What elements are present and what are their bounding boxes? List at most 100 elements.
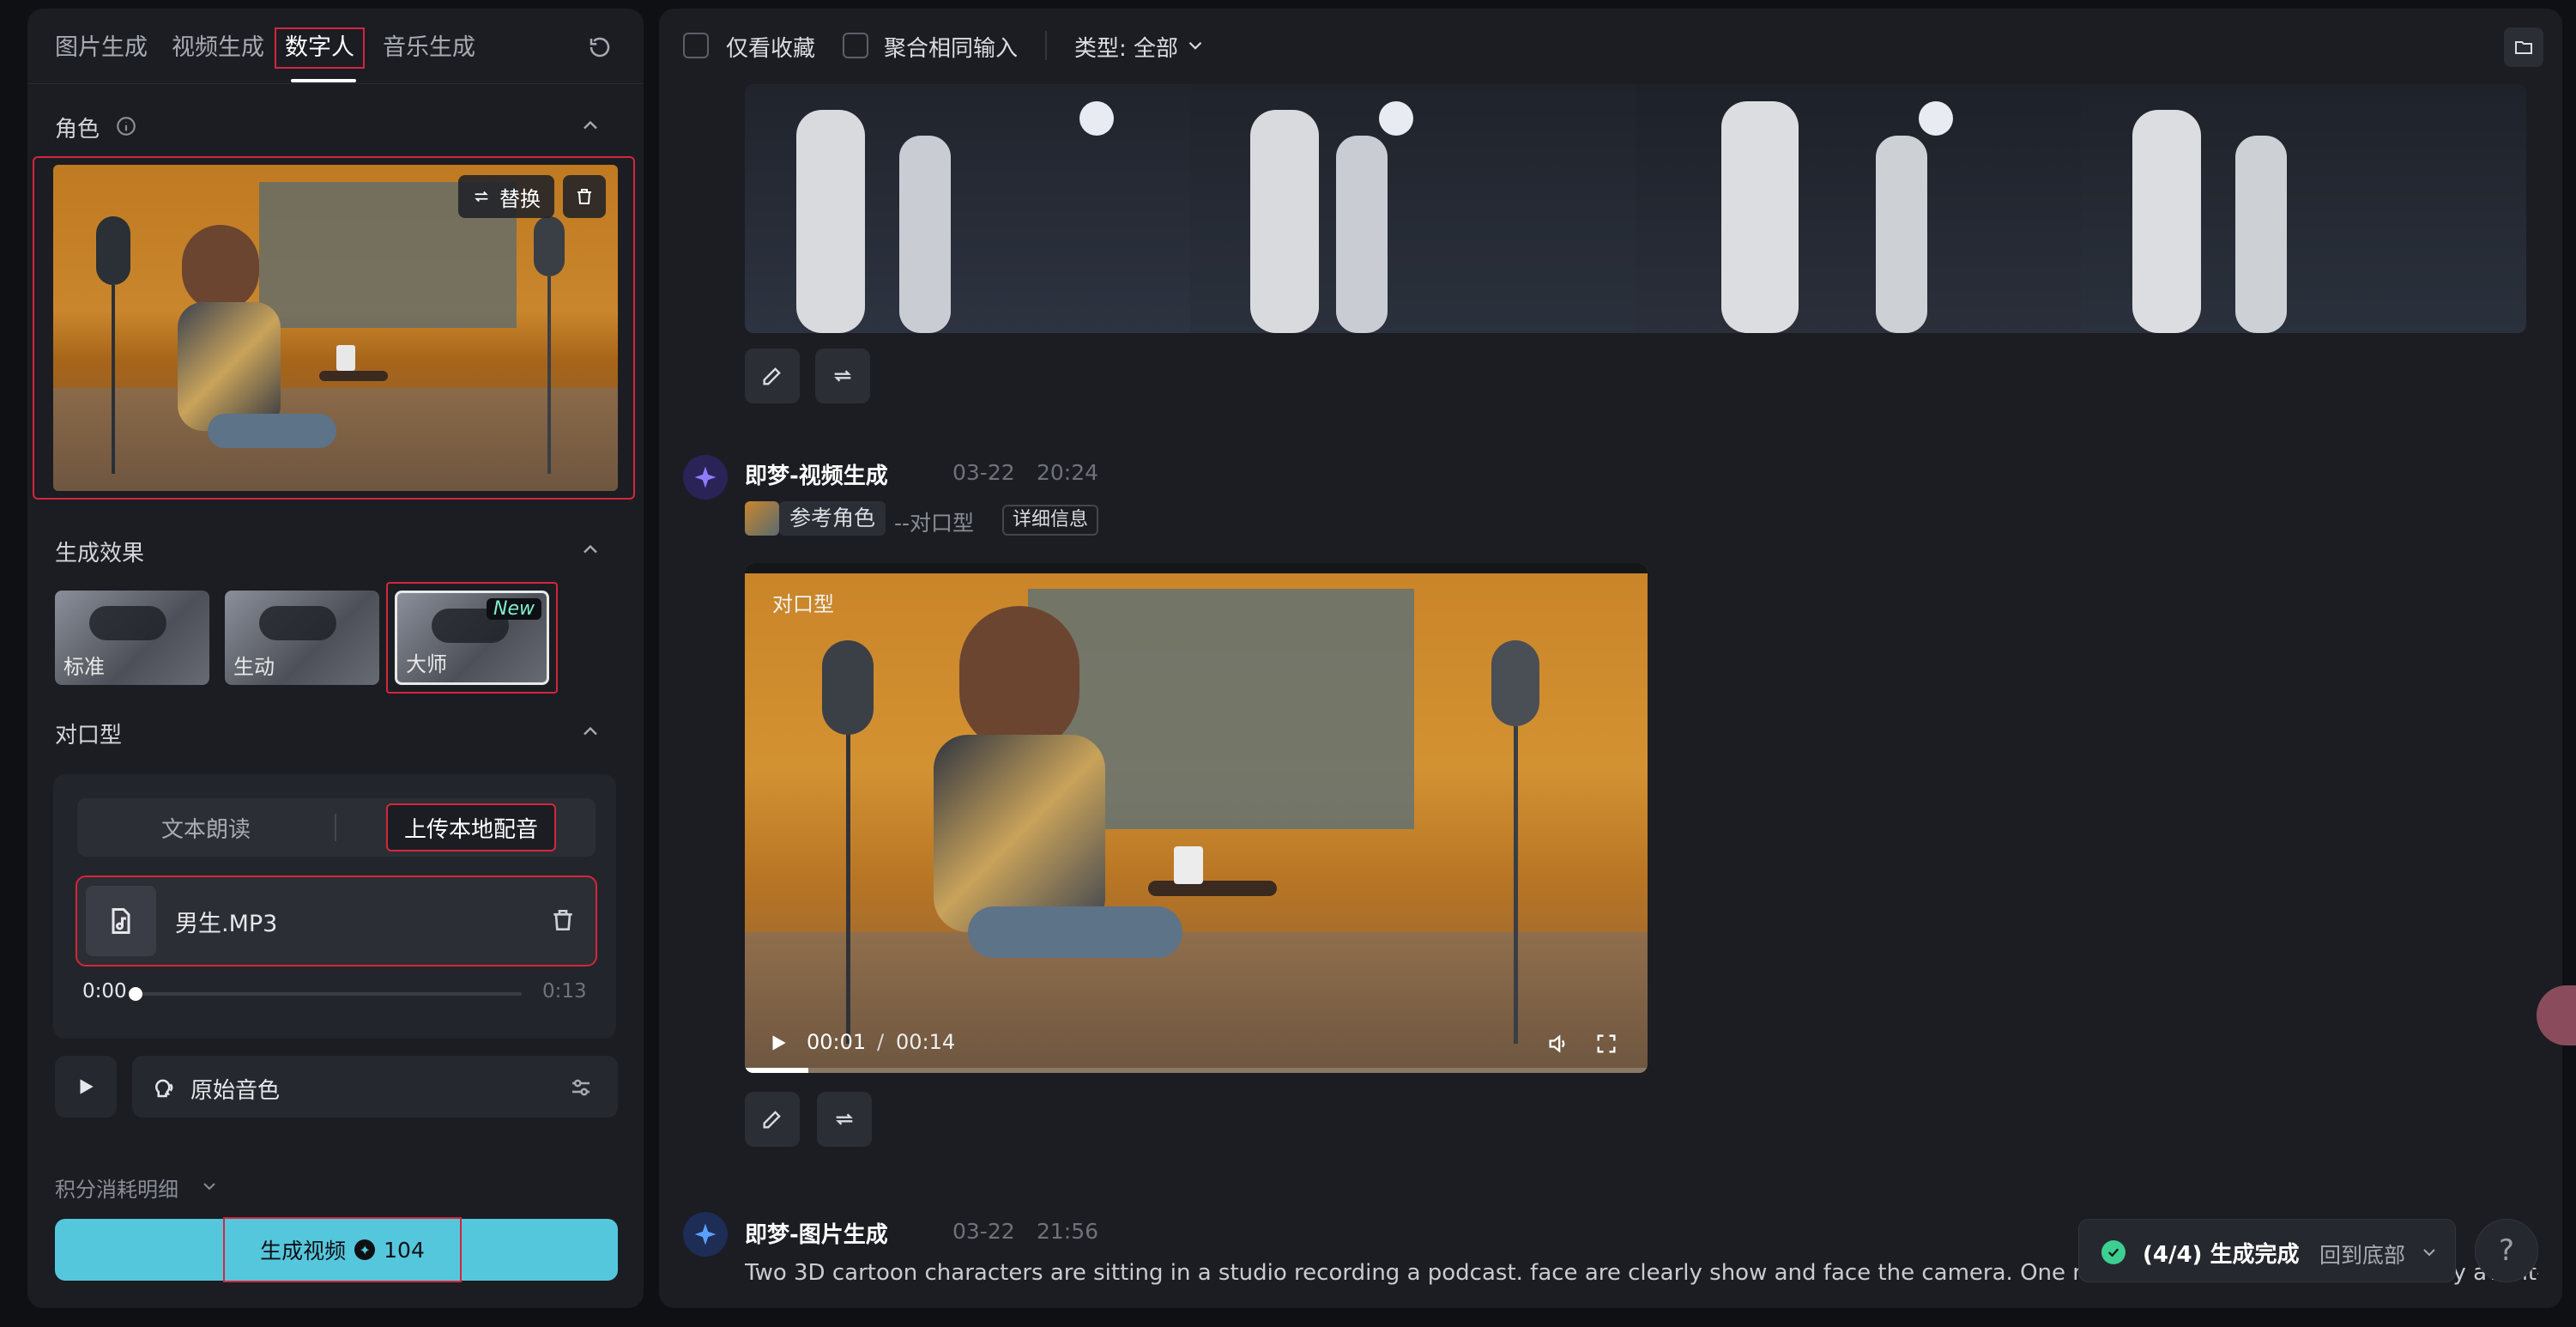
mode-text-read[interactable]: 文本朗读 — [77, 798, 335, 857]
video-time-total: 00:14 — [896, 1030, 956, 1054]
credits-icon: ✦ — [354, 1239, 376, 1260]
repeat-icon — [834, 370, 851, 382]
segment-divider — [335, 814, 336, 841]
lipsync-section-title: 对口型 — [55, 723, 123, 748]
type-filter-dropdown[interactable]: 类型: 全部 — [1074, 31, 1178, 63]
message-date: 03-22 — [952, 1219, 1015, 1244]
message-time: 21:56 — [1037, 1219, 1099, 1244]
result-image-4[interactable] — [2081, 84, 2526, 333]
divider — [1045, 31, 1047, 60]
audio-time-current: 0:00 — [82, 980, 127, 1003]
audio-file-icon — [86, 886, 156, 956]
left-panel: 图片生成 视频生成 数字人 音乐生成 角色 替换 生成效果 标准 生动 New … — [27, 9, 644, 1308]
effect-standard[interactable]: 标准 — [55, 591, 209, 685]
voice-selector[interactable]: 原始音色 — [132, 1056, 618, 1118]
regenerate-button[interactable] — [815, 348, 870, 403]
video-player[interactable]: 对口型 00:01 / 00:14 — [745, 563, 1648, 1073]
dreamina-avatar — [683, 455, 728, 500]
generate-cost: 104 — [384, 1237, 425, 1263]
video-progress-track[interactable] — [745, 1068, 1648, 1073]
fav-only-label[interactable]: 仅看收藏 — [726, 31, 815, 63]
sliders-icon[interactable] — [568, 1075, 594, 1100]
trash-icon[interactable] — [549, 906, 577, 934]
chevron-down-icon[interactable] — [199, 1176, 220, 1197]
message-sender: 即梦-视频生成 — [745, 464, 888, 489]
replace-button[interactable]: 替换 — [458, 175, 554, 218]
voice-head-icon — [151, 1075, 177, 1100]
result-image-1[interactable] — [745, 84, 1190, 333]
play-preview-button[interactable] — [55, 1056, 117, 1118]
effects-section-title: 生成效果 — [55, 541, 145, 567]
merge-input-checkbox[interactable] — [843, 33, 868, 58]
tab-music-gen[interactable]: 音乐生成 — [383, 29, 475, 67]
reference-thumb — [745, 501, 779, 536]
fullscreen-icon[interactable] — [1594, 1032, 1618, 1056]
audio-progress-knob[interactable] — [129, 987, 142, 1001]
detail-info-button[interactable]: 详细信息 — [1002, 505, 1099, 536]
merge-input-label[interactable]: 聚合相同输入 — [884, 31, 1018, 63]
audio-file-name: 男生.MP3 — [175, 911, 278, 937]
active-tab-indicator — [291, 79, 356, 82]
tab-bar: 图片生成 视频生成 数字人 音乐生成 — [27, 9, 644, 84]
message-time: 20:24 — [1037, 460, 1099, 485]
top-filter-bar: 仅看收藏 聚合相同输入 类型: 全部 — [659, 9, 2562, 84]
collapse-effects-chevron-icon[interactable] — [578, 537, 602, 561]
video-progress-fill — [745, 1068, 808, 1073]
swap-icon — [475, 191, 488, 203]
reference-role-tag[interactable]: 参考角色 — [779, 501, 886, 536]
effect-standard-label: 标准 — [63, 655, 105, 679]
back-to-bottom-link[interactable]: 回到底部 — [2319, 1239, 2405, 1269]
info-icon[interactable] — [115, 115, 137, 137]
voice-label: 原始音色 — [190, 1078, 281, 1104]
sparkle-icon — [694, 1223, 717, 1245]
folder-button[interactable] — [2504, 27, 2543, 67]
generate-video-content[interactable]: 生成视频 ✦ 104 — [223, 1217, 462, 1282]
video-time-separator: / — [877, 1030, 885, 1054]
result-image-2[interactable] — [1190, 84, 1636, 333]
video-play-icon[interactable] — [767, 1032, 789, 1054]
chevron-down-icon[interactable] — [2419, 1242, 2440, 1263]
edit-button[interactable] — [745, 1092, 800, 1147]
message-sender: 即梦-图片生成 — [745, 1222, 888, 1248]
sparkle-icon — [694, 466, 717, 488]
tab-video-gen[interactable]: 视频生成 — [172, 29, 264, 67]
mode-segmented-control: 文本朗读 上传本地配音 — [77, 798, 596, 857]
trash-icon — [577, 189, 591, 204]
status-text: (4/4) 生成完成 — [2143, 1242, 2300, 1268]
chevron-down-icon[interactable] — [1184, 34, 1206, 57]
check-circle-icon — [2101, 1240, 2126, 1264]
cost-detail-toggle[interactable]: 积分消耗明细 — [55, 1172, 178, 1203]
replace-label: 替换 — [499, 186, 541, 211]
help-button[interactable]: ? — [2475, 1219, 2538, 1282]
role-section-title: 角色 — [55, 117, 100, 142]
effect-master[interactable]: New 大师 — [395, 591, 549, 685]
pencil-icon — [763, 1111, 781, 1129]
tab-image-gen[interactable]: 图片生成 — [55, 29, 148, 67]
regenerate-button[interactable] — [817, 1092, 872, 1147]
pencil-icon — [763, 367, 781, 385]
mode-tag: --对口型 — [894, 511, 975, 536]
audio-file-item: 男生.MP3 — [76, 876, 597, 966]
mode-upload-audio[interactable]: 上传本地配音 — [386, 803, 556, 851]
repeat-icon — [836, 1113, 853, 1125]
edit-button[interactable] — [745, 348, 800, 403]
tab-digital-human[interactable]: 数字人 — [275, 27, 365, 69]
folder-icon — [2515, 41, 2532, 54]
effect-vivid[interactable]: 生动 — [225, 591, 379, 685]
audio-progress-track[interactable] — [129, 987, 522, 1001]
delete-role-button[interactable] — [563, 175, 606, 218]
video-time-current: 00:01 — [807, 1030, 867, 1054]
image-results-strip — [745, 84, 2526, 333]
play-icon — [80, 1079, 94, 1094]
new-badge: New — [487, 598, 541, 620]
result-image-3[interactable] — [1636, 84, 2081, 333]
fav-only-checkbox[interactable] — [683, 33, 709, 58]
dreamina-avatar — [683, 1212, 728, 1257]
audio-time-total: 0:13 — [542, 980, 587, 1003]
volume-icon[interactable] — [1546, 1032, 1570, 1056]
collapse-role-chevron-icon[interactable] — [578, 113, 602, 137]
right-panel: 仅看收藏 聚合相同输入 类型: 全部 即梦-视频生成 03-22 20:24 参… — [659, 9, 2562, 1308]
generate-label: 生成视频 — [260, 1239, 347, 1263]
collapse-lipsync-chevron-icon[interactable] — [578, 719, 602, 743]
refresh-icon[interactable] — [587, 34, 613, 60]
